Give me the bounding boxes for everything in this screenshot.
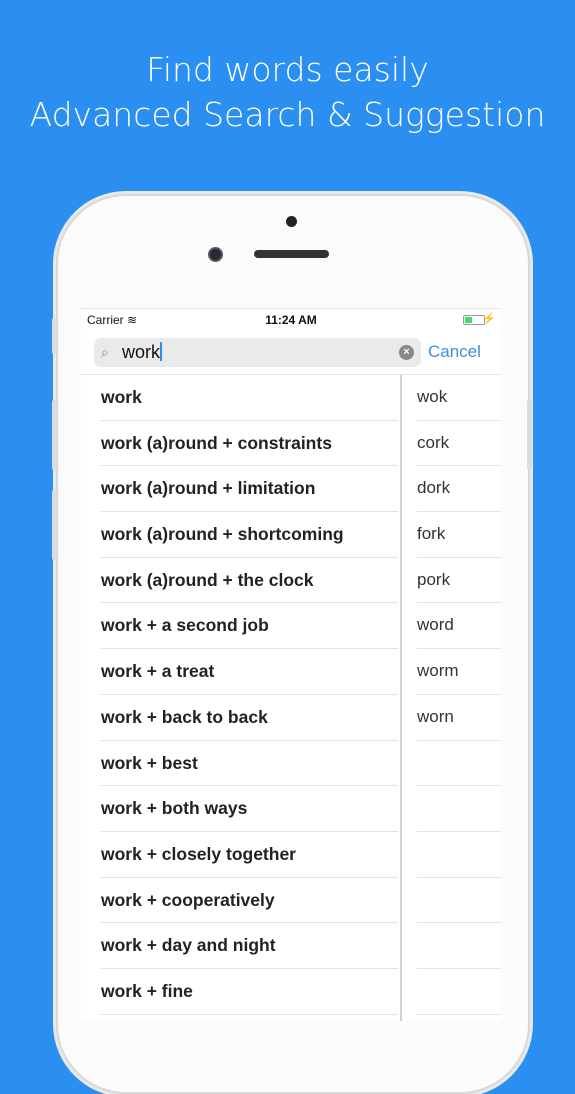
result-label: work (a)round + shortcoming [101, 524, 344, 545]
suggestion-row [402, 923, 501, 969]
results-list: work work (a)round + constraints work (a)r… [81, 375, 400, 1015]
volume-down-button [52, 490, 57, 560]
result-row[interactable]: work + closely together [81, 832, 400, 878]
search-input[interactable]: ⌕ work × [94, 338, 421, 367]
mute-switch [52, 318, 57, 354]
result-label: work + fine [101, 980, 193, 1001]
suggestion-row[interactable]: word [402, 603, 501, 649]
result-row[interactable]: work + fine [81, 969, 400, 1015]
cancel-button[interactable]: Cancel [428, 342, 481, 362]
suggestion-row[interactable]: worn [402, 695, 501, 741]
text-caret [160, 342, 163, 361]
result-row[interactable]: work (a)round + constraints [81, 421, 400, 467]
suggestion-label: fork [417, 524, 446, 544]
suggestion-label: word [417, 615, 454, 635]
result-row[interactable]: work + a second job [81, 603, 400, 649]
suggestion-row [402, 878, 501, 924]
search-value: work [122, 342, 161, 362]
suggestion-label: pork [417, 569, 451, 589]
suggestion-row [402, 786, 501, 832]
result-label: work + back to back [101, 706, 268, 727]
charging-icon: ⚡ [482, 313, 496, 325]
result-label: work + cooperatively [101, 889, 275, 910]
result-row[interactable]: work (a)round + limitation [81, 466, 400, 512]
volume-up-button [52, 400, 57, 470]
suggestion-row [402, 741, 501, 787]
result-label: work + closely together [101, 843, 296, 864]
result-label: work + a treat [101, 661, 215, 682]
status-bar: Carrier ≋ 11:24 AM ⚡ [81, 309, 501, 331]
suggestion-row[interactable]: wok [402, 375, 501, 421]
suggestion-row[interactable]: fork [402, 512, 501, 558]
suggestion-row[interactable]: dork [402, 466, 501, 512]
earpiece-speaker [254, 250, 329, 258]
result-row[interactable]: work + back to back [81, 695, 400, 741]
result-row[interactable]: work [81, 375, 400, 421]
result-label: work + a second job [101, 615, 269, 636]
headline-line-2: Advanced Search & Suggestion [29, 95, 546, 134]
result-label: work (a)round + constraints [101, 432, 332, 453]
result-row[interactable]: work + cooperatively [81, 878, 400, 924]
suggestion-label: cork [417, 432, 450, 452]
suggestion-row[interactable]: worm [402, 649, 501, 695]
result-label: work + best [101, 752, 198, 773]
phone-screen: Carrier ≋ 11:24 AM ⚡ ⌕ work × Cancel wor… [81, 308, 501, 1021]
clear-icon[interactable]: × [399, 345, 414, 360]
result-label: work + day and night [101, 935, 276, 956]
suggestion-label: dork [417, 478, 451, 498]
status-time: 11:24 AM [265, 313, 317, 327]
headline-line-1: Find words easily [146, 50, 429, 89]
search-icon: ⌕ [101, 344, 109, 360]
result-label: work (a)round + limitation [101, 478, 316, 499]
result-label: work [101, 387, 142, 407]
result-row[interactable]: work + a treat [81, 649, 400, 695]
proximity-sensor [286, 216, 297, 227]
suggestion-row [402, 832, 501, 878]
result-label: work + both ways [101, 798, 248, 819]
suggestion-row [402, 969, 501, 1015]
result-row[interactable]: work (a)round + the clock [81, 558, 400, 604]
result-row[interactable]: work + best [81, 741, 400, 787]
suggestion-label: wok [417, 387, 448, 406]
suggestion-row[interactable]: cork [402, 421, 501, 467]
power-button [527, 400, 532, 470]
suggestion-label: worn [417, 706, 454, 726]
suggestion-row[interactable]: pork [402, 558, 501, 604]
result-label: work (a)round + the clock [101, 569, 314, 590]
result-row[interactable]: work + day and night [81, 923, 400, 969]
result-row[interactable]: work + both ways [81, 786, 400, 832]
suggestion-label: worm [417, 661, 459, 681]
suggestions-list: wok cork dork fork pork word worm worn [402, 375, 501, 1015]
front-camera [208, 247, 223, 262]
result-row[interactable]: work (a)round + shortcoming [81, 512, 400, 558]
